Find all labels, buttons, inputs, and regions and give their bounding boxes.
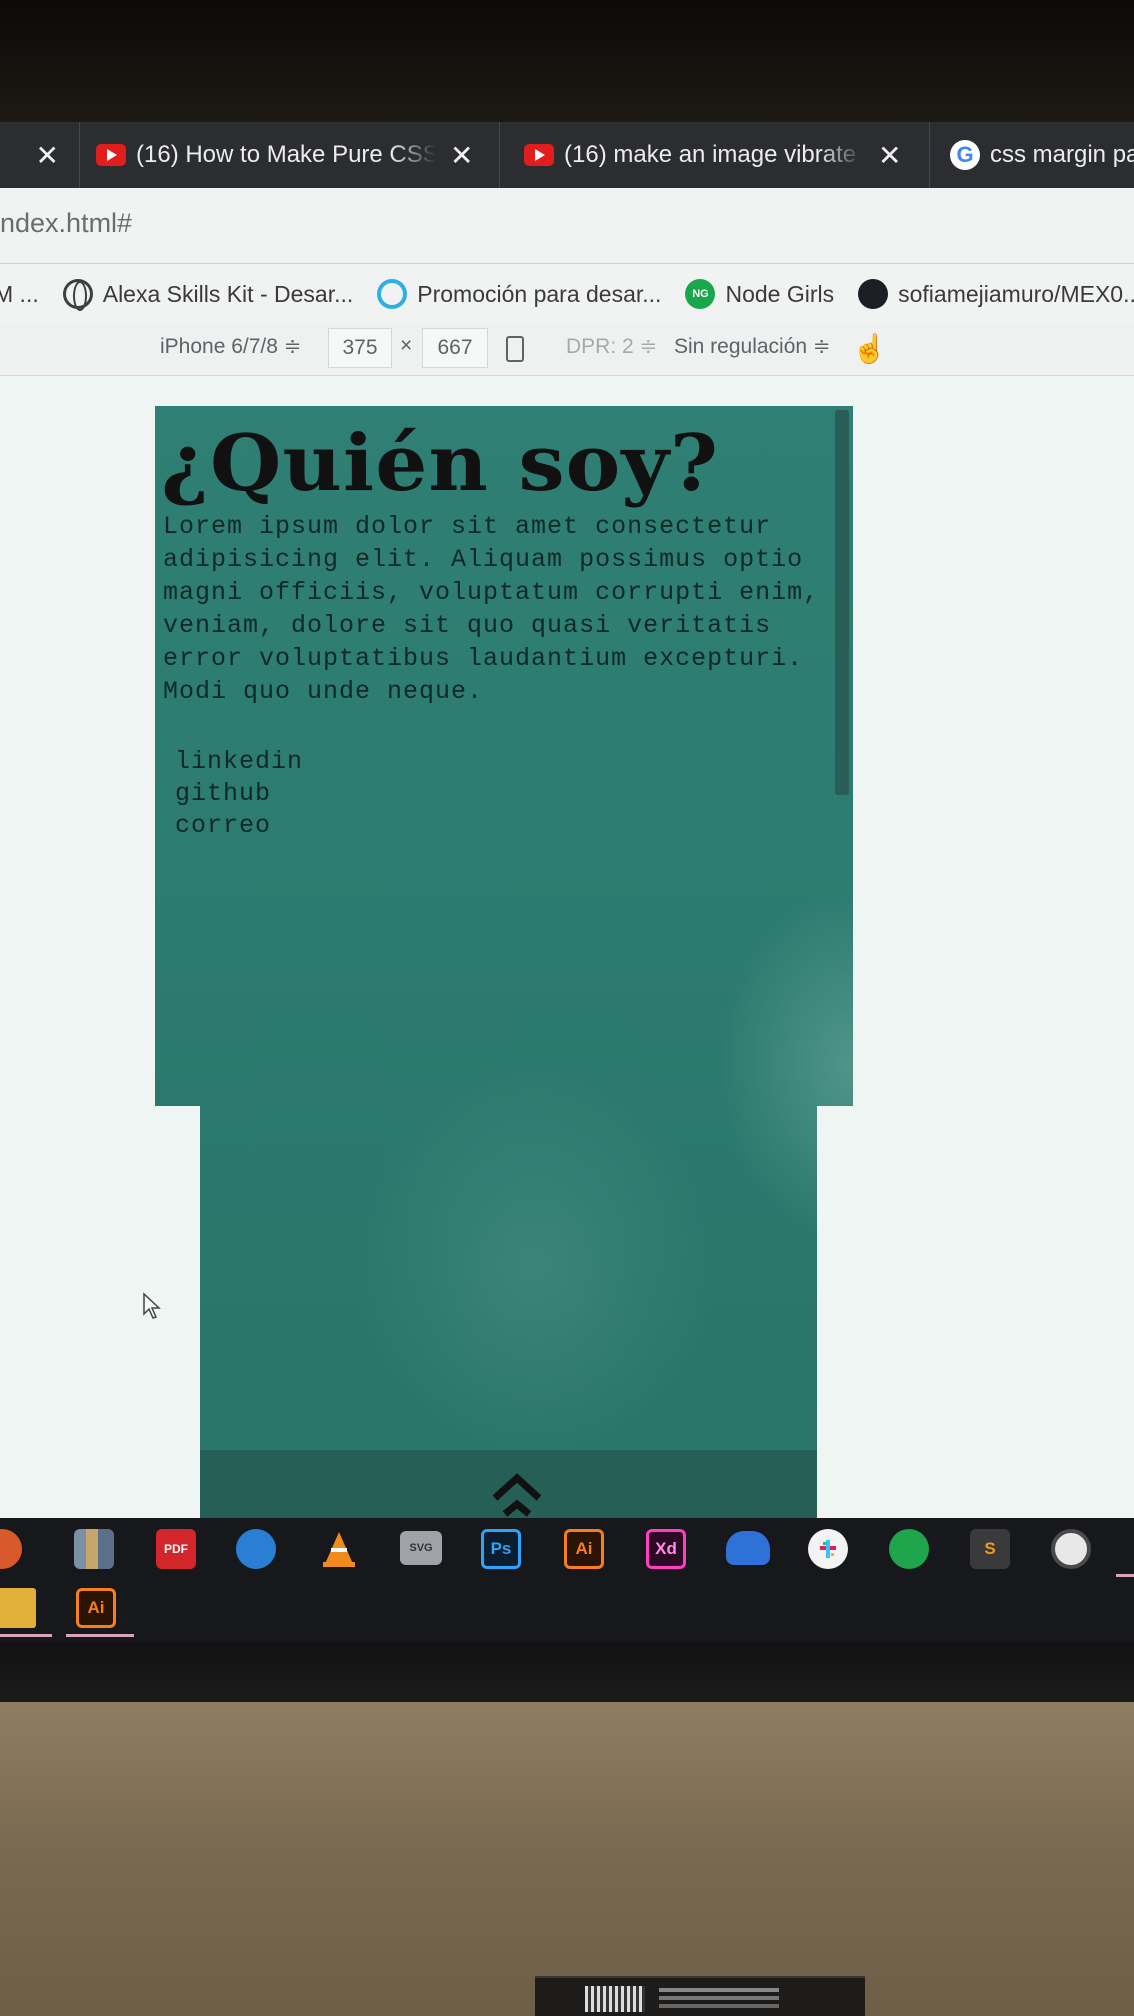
bookmark-alexa[interactable]: Alexa Skills Kit - Desar... — [62, 279, 354, 311]
browser-tab-strip: ✕ (16) How to Make Pure CSS3 S ✕ (16) ma… — [0, 122, 1134, 188]
bookmark-item[interactable]: M ... — [0, 281, 39, 308]
alarm-icon[interactable] — [1051, 1529, 1091, 1569]
device-select[interactable]: iPhone 6/7/8 ≑ — [160, 334, 301, 359]
tab-label: css margin pa — [990, 141, 1134, 168]
height-input[interactable]: 667 — [422, 328, 488, 368]
social-links: linkedin github correo — [175, 746, 303, 842]
taskbar-row: PDF SVG Ps Ai Xd S — [0, 1518, 1134, 1580]
github-link[interactable]: github — [175, 778, 303, 810]
monitor-label-sticker — [535, 1976, 865, 2016]
address-bar[interactable]: ndex.html# — [0, 188, 1134, 264]
page-title: ¿Quién soy? — [161, 418, 720, 509]
vlc-icon[interactable] — [319, 1529, 359, 1569]
touch-icon[interactable]: ☝ — [852, 332, 887, 366]
emulated-device-page: ¿Quién soy? Lorem ipsum dolor sit amet c… — [155, 406, 853, 1518]
bookmark-promocion[interactable]: Promoción para desar... — [377, 279, 661, 309]
thunderbird-icon[interactable] — [236, 1529, 276, 1569]
active-indicator — [0, 1634, 52, 1637]
tab-image-vibrate[interactable]: (16) make an image vibrate cs ✕ — [500, 122, 930, 188]
width-input[interactable]: 375 — [328, 328, 392, 368]
intro-paragraph: Lorem ipsum dolor sit amet consectetur a… — [163, 512, 820, 706]
google-icon: G — [950, 140, 980, 170]
taskbar: PDF SVG Ps Ai Xd S Ai — [0, 1518, 1134, 1642]
desk-surface — [0, 1702, 1134, 2016]
url-text[interactable]: ndex.html# — [0, 208, 132, 239]
xd-icon[interactable]: Xd — [646, 1529, 686, 1569]
illustrator-icon[interactable]: Ai — [76, 1588, 116, 1628]
tab-label: (16) make an image vibrate cs — [564, 141, 864, 168]
bookmark-label: sofiamejiamuro/MEX0... — [898, 280, 1134, 307]
dpr-select[interactable]: DPR: 2 ≑ — [566, 334, 657, 359]
tab-close-icon[interactable]: ✕ — [36, 139, 59, 172]
illustrator-icon[interactable]: Ai — [564, 1529, 604, 1569]
monitor-bezel — [0, 1642, 1134, 1702]
github-icon — [858, 279, 889, 309]
tab-partial[interactable]: ✕ — [0, 122, 80, 188]
page-footer — [200, 1450, 817, 1518]
linkedin-link[interactable]: linkedin — [175, 746, 303, 778]
bookmark-label: Alexa Skills Kit - Desar... — [102, 280, 354, 307]
email-link[interactable]: correo — [175, 810, 303, 842]
globe-icon — [62, 279, 93, 311]
pdf-icon[interactable]: PDF — [156, 1529, 196, 1569]
youtube-icon — [524, 144, 554, 166]
browser-icon[interactable] — [889, 1529, 929, 1569]
screen-glare — [355, 1056, 715, 1476]
bookmarks-bar: M ... Alexa Skills Kit - Desar... Promoc… — [0, 264, 1134, 324]
throttle-select[interactable]: Sin regulación ≑ — [674, 334, 831, 359]
active-indicator — [66, 1634, 134, 1637]
dimension-separator: × — [400, 334, 413, 357]
taskbar-row: Ai — [0, 1580, 1134, 1642]
tab-css3-tutorial[interactable]: (16) How to Make Pure CSS3 S ✕ — [80, 122, 500, 188]
photoshop-icon[interactable]: Ps — [481, 1529, 521, 1569]
bookmark-github[interactable]: sofiamejiamuro/MEX0... — [858, 279, 1134, 309]
tab-close-icon[interactable]: ✕ — [878, 139, 901, 172]
bookmark-label: Node Girls — [725, 280, 835, 307]
library-icon[interactable] — [74, 1529, 114, 1569]
ring-icon — [377, 279, 408, 309]
folder-icon[interactable] — [0, 1588, 36, 1628]
bookmark-node-girls[interactable]: NG Node Girls — [685, 279, 834, 309]
chevron-up-icon[interactable] — [487, 1464, 547, 1518]
monitor-bezel — [0, 0, 1134, 125]
tab-label: (16) How to Make Pure CSS3 S — [136, 141, 436, 168]
nodegirls-icon: NG — [685, 279, 716, 309]
bear-icon[interactable] — [0, 1529, 22, 1569]
active-indicator — [1116, 1574, 1134, 1577]
mouse-cursor-icon — [143, 1292, 161, 1319]
svg-icon[interactable]: SVG — [400, 1531, 442, 1565]
tab-close-icon[interactable]: ✕ — [450, 139, 473, 172]
slack-icon[interactable] — [808, 1529, 848, 1569]
cloud-icon[interactable] — [726, 1531, 770, 1565]
device-toolbar: iPhone 6/7/8 ≑ 375 × 667 DPR: 2 ≑ Sin re… — [0, 324, 1134, 376]
viewport-gap — [817, 1106, 853, 1518]
rotate-icon[interactable] — [506, 336, 524, 362]
tab-css-margin[interactable]: G css margin pa — [930, 122, 1134, 188]
bookmark-label: Promoción para desar... — [417, 280, 662, 307]
sublime-icon[interactable]: S — [970, 1529, 1010, 1569]
youtube-icon — [96, 144, 126, 166]
